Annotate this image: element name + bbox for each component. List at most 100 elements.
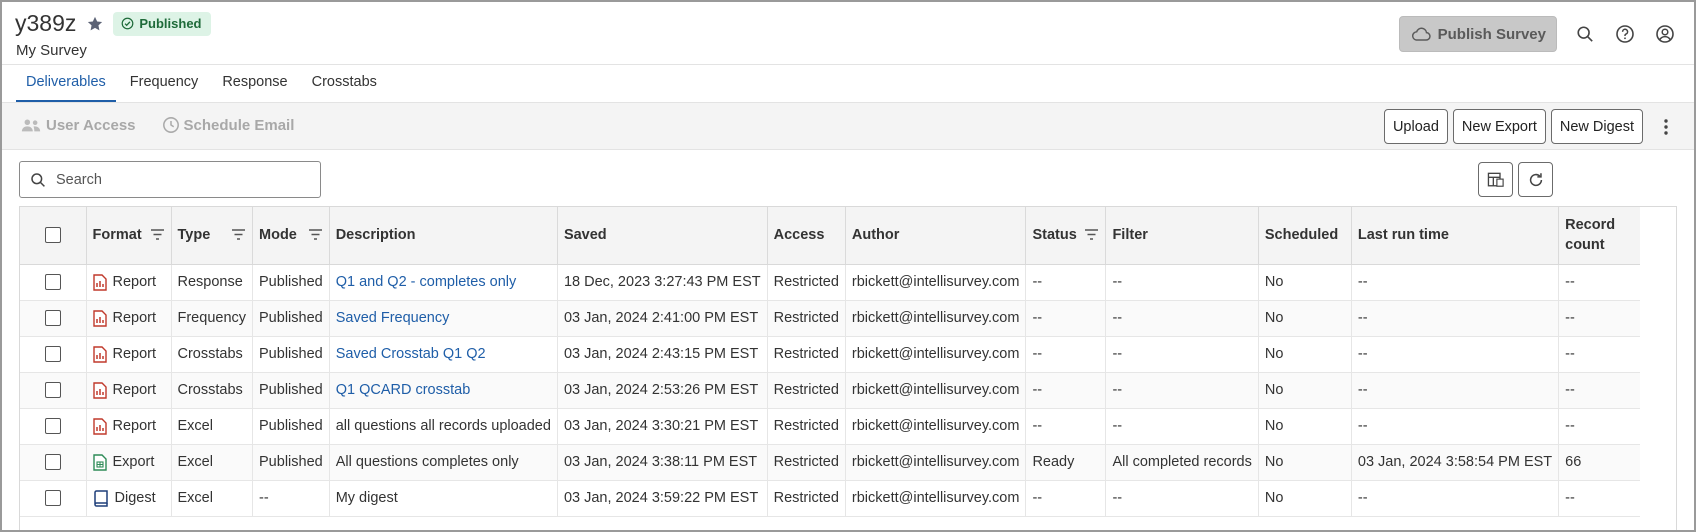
table-row[interactable]: Digest Excel -- My digest 03 Jan, 2024 3:59:…	[20, 480, 1640, 517]
filter-cell: --	[1105, 336, 1259, 373]
saved-cell: 18 Dec, 2023 3:27:43 PM EST	[557, 264, 768, 301]
tab-frequency[interactable]: Frequency	[120, 65, 209, 102]
table-row[interactable]: Report Excel Published all questions all re…	[20, 408, 1640, 445]
upload-button[interactable]: Upload	[1383, 109, 1448, 144]
row-checkbox[interactable]	[44, 274, 61, 291]
status-cell: --	[1025, 480, 1107, 517]
access-cell: Restricted	[767, 408, 846, 445]
record-count-cell: --	[1558, 408, 1640, 445]
select-all-checkbox[interactable]	[44, 227, 61, 244]
column-label: Mode	[259, 227, 297, 244]
column-header-status[interactable]: Status	[1025, 207, 1107, 265]
tab-crosstabs[interactable]: Crosstabs	[302, 65, 387, 102]
filter-icon[interactable]	[150, 229, 165, 241]
table-row[interactable]: Report Crosstabs Published Saved Crosstab Q…	[20, 336, 1640, 373]
table-row[interactable]: Report Crosstabs Published Q1 QCARD crossta…	[20, 372, 1640, 409]
status-cell: --	[1025, 264, 1107, 301]
description-link[interactable]: Q1 QCARD crosstab	[336, 382, 471, 398]
scheduled-cell: No	[1258, 300, 1352, 337]
select-all-cell	[20, 207, 87, 265]
column-header-mode[interactable]: Mode	[252, 207, 330, 265]
mode-cell: Published	[252, 444, 330, 481]
refresh-button[interactable]	[1518, 162, 1553, 197]
column-header-description[interactable]: Description	[329, 207, 558, 265]
help-icon[interactable]	[1613, 22, 1637, 46]
column-header-access[interactable]: Access	[767, 207, 846, 265]
more-options-icon[interactable]	[1654, 109, 1678, 144]
search-icon[interactable]	[1573, 22, 1597, 46]
format-label: Report	[112, 346, 157, 362]
column-header-format[interactable]: Format	[86, 207, 172, 265]
tab-bar: Deliverables Frequency Response Crosstab…	[2, 65, 1694, 103]
tab-deliverables[interactable]: Deliverables	[16, 65, 116, 102]
filter-icon[interactable]	[1085, 229, 1099, 241]
tab-response[interactable]: Response	[212, 65, 297, 102]
schedule-email-button[interactable]: Schedule Email	[162, 116, 295, 134]
users-icon	[20, 117, 42, 133]
row-select-cell	[20, 264, 87, 301]
user-access-button[interactable]: User Access	[20, 117, 136, 134]
column-header-scheduled[interactable]: Scheduled	[1258, 207, 1352, 265]
column-label: Status	[1032, 227, 1077, 244]
column-header-author[interactable]: Author	[845, 207, 1027, 265]
type-cell: Crosstabs	[171, 372, 254, 409]
description-link[interactable]: Saved Frequency	[336, 310, 450, 326]
table-row[interactable]: Export Excel Published All questions comple…	[20, 444, 1640, 481]
description-link[interactable]: Q1 and Q2 - completes only	[336, 274, 517, 290]
status-cell: Ready	[1025, 444, 1107, 481]
header-actions: Publish Survey	[1398, 16, 1677, 52]
description-cell[interactable]: Q1 and Q2 - completes only	[329, 264, 558, 301]
type-cell: Response	[171, 264, 254, 301]
filter-cell: --	[1105, 372, 1259, 409]
row-checkbox[interactable]	[44, 382, 61, 399]
columns-icon	[1487, 172, 1505, 188]
description-cell: All questions completes only	[329, 444, 558, 481]
author-cell: rbickett@intellisurvey.com	[845, 336, 1027, 373]
description-link[interactable]: Saved Crosstab Q1 Q2	[336, 346, 486, 362]
saved-cell: 03 Jan, 2024 3:38:11 PM EST	[557, 444, 768, 481]
row-select-cell	[20, 444, 87, 481]
column-header-filter[interactable]: Filter	[1105, 207, 1259, 265]
column-header-type[interactable]: Type	[171, 207, 254, 265]
star-icon[interactable]	[86, 15, 104, 33]
search-box[interactable]	[19, 161, 321, 198]
publish-survey-button[interactable]: Publish Survey	[1398, 16, 1557, 52]
saved-cell: 03 Jan, 2024 3:59:22 PM EST	[557, 480, 768, 517]
record-count-cell: --	[1558, 336, 1640, 373]
row-checkbox[interactable]	[44, 346, 61, 363]
column-header-record-count[interactable]: Record count	[1558, 207, 1640, 265]
report-pdf-icon	[92, 417, 107, 435]
last-run-cell: 03 Jan, 2024 3:58:54 PM EST	[1351, 444, 1560, 481]
description-cell[interactable]: Saved Crosstab Q1 Q2	[329, 336, 558, 373]
filter-icon[interactable]	[232, 229, 246, 241]
page-header: y389z Published My Survey Publish Survey	[2, 2, 1694, 65]
row-checkbox[interactable]	[44, 454, 61, 471]
scheduled-cell: No	[1258, 480, 1352, 517]
column-header-last-run-time[interactable]: Last run time	[1351, 207, 1560, 265]
new-digest-button[interactable]: New Digest	[1550, 109, 1643, 144]
filter-cell: --	[1105, 300, 1259, 337]
row-checkbox[interactable]	[44, 418, 61, 435]
format-label: Report	[112, 274, 157, 290]
format-cell: Report	[86, 336, 172, 373]
last-run-cell: --	[1351, 300, 1560, 337]
table-row[interactable]: Report Frequency Published Saved Frequency 0…	[20, 300, 1640, 337]
status-cell: --	[1025, 408, 1107, 445]
column-header-saved[interactable]: Saved	[557, 207, 768, 265]
search-input[interactable]	[54, 170, 294, 189]
filter-cell: --	[1105, 408, 1259, 445]
row-checkbox[interactable]	[44, 490, 61, 507]
column-settings-button[interactable]	[1478, 162, 1513, 197]
format-cell: Digest	[86, 480, 172, 517]
new-export-button[interactable]: New Export	[1452, 109, 1546, 144]
table-row[interactable]: Report Response Published Q1 and Q2 - compl…	[20, 264, 1640, 301]
user-account-icon[interactable]	[1653, 22, 1677, 46]
mode-cell: Published	[252, 300, 330, 337]
schedule-email-label: Schedule Email	[183, 116, 295, 134]
row-checkbox[interactable]	[44, 310, 61, 327]
description-cell[interactable]: Q1 QCARD crosstab	[329, 372, 558, 409]
filter-icon[interactable]	[308, 229, 323, 241]
scheduled-cell: No	[1258, 372, 1352, 409]
access-cell: Restricted	[767, 444, 846, 481]
description-cell[interactable]: Saved Frequency	[329, 300, 558, 337]
